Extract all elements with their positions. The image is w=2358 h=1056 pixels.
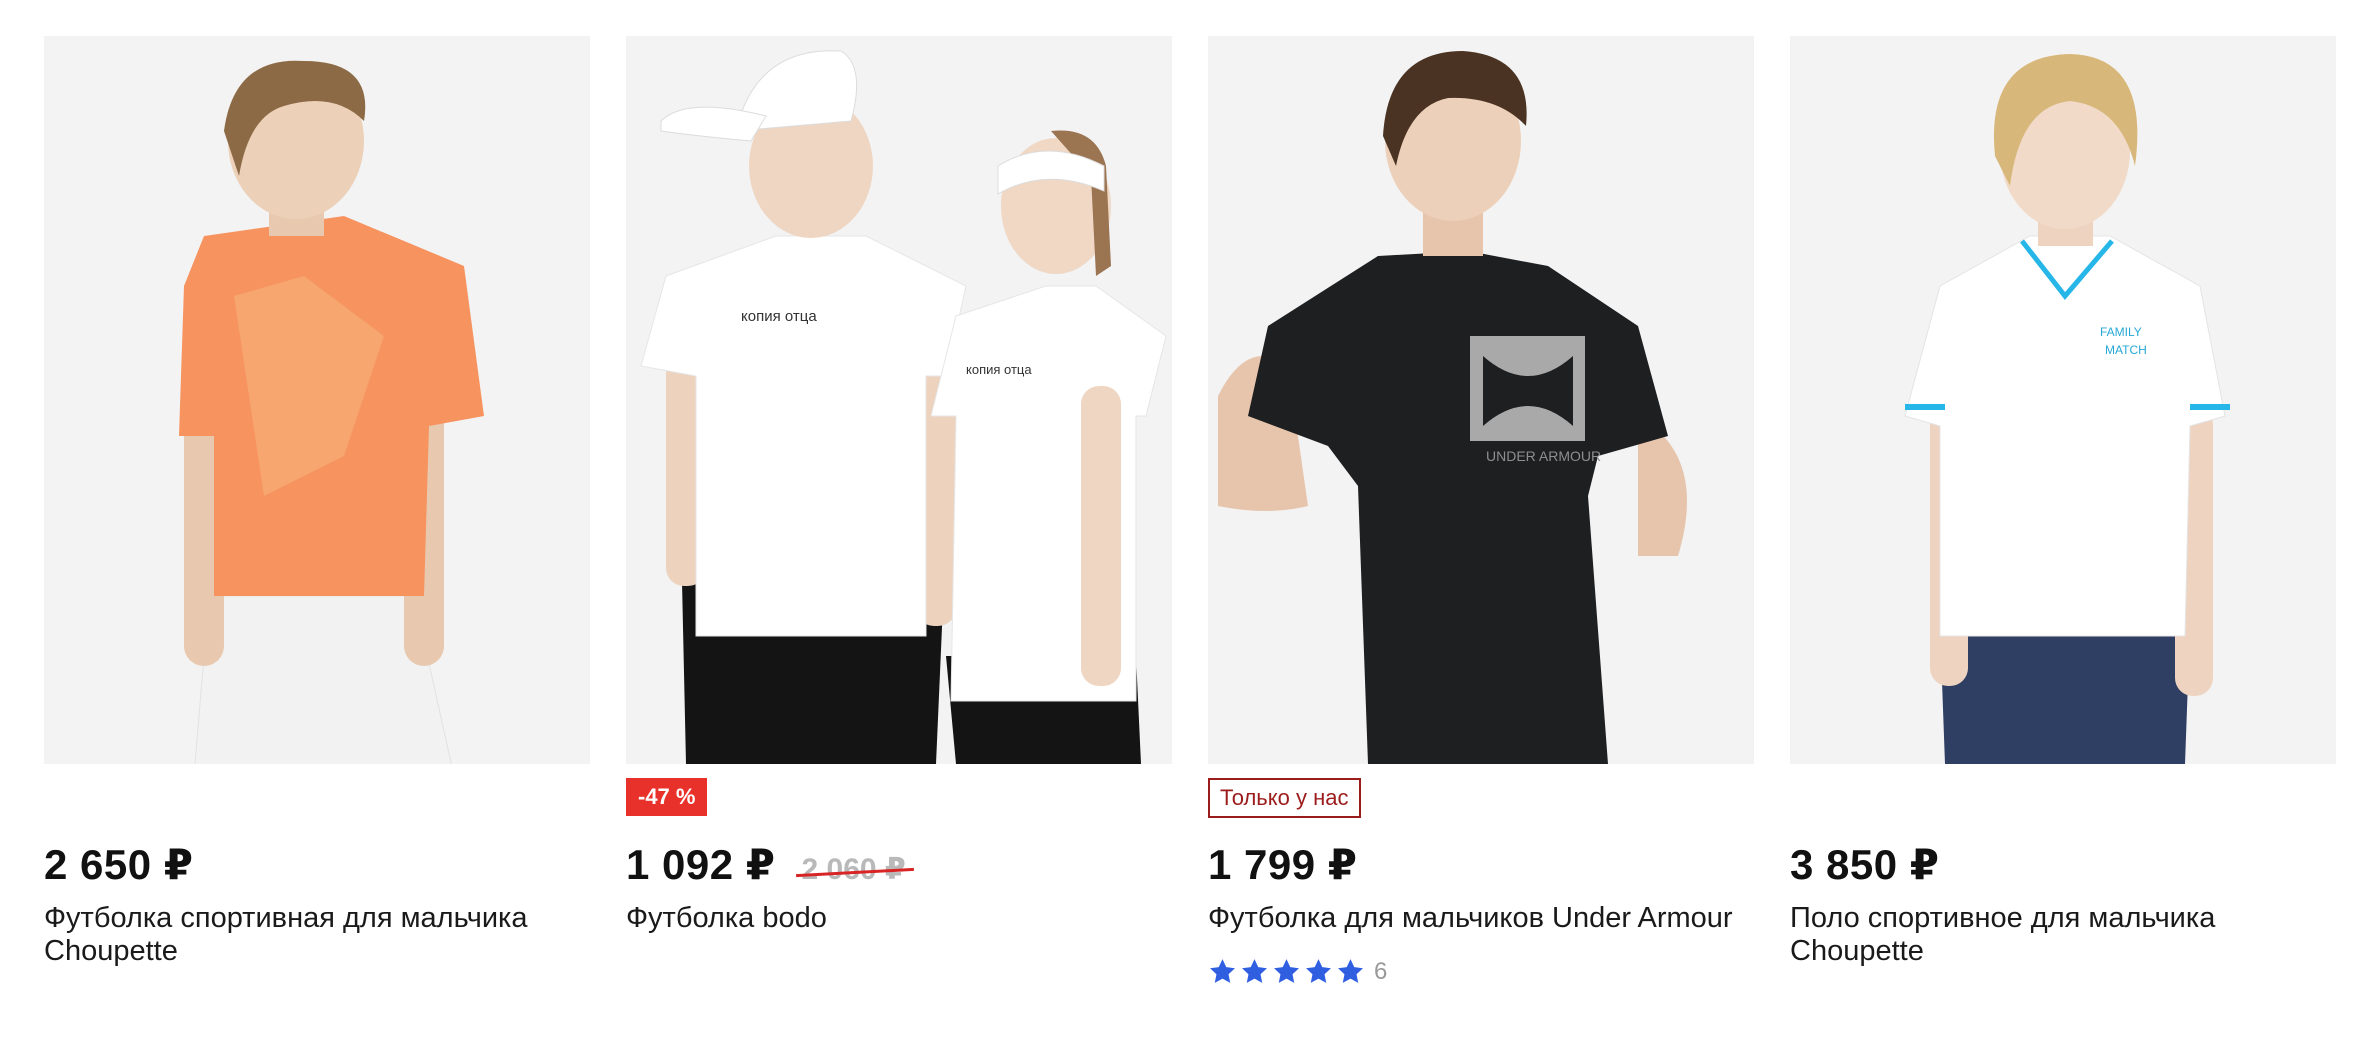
price: 1 092 ₽ [626, 841, 776, 888]
shirt-print-text: UNDER ARMOUR [1486, 448, 1601, 464]
price-row: 3 850 ₽ [1790, 840, 2336, 896]
product-title[interactable]: Футболка спортивная для мальчика Choupet… [44, 902, 584, 968]
svg-text:копия отца: копия отца [966, 362, 1032, 377]
price: 1 799 ₽ [1208, 841, 1358, 888]
old-price: 2 060 ₽ [801, 853, 906, 886]
star-icon [1274, 959, 1299, 983]
svg-text:MATCH: MATCH [2105, 343, 2147, 357]
price-row: 1 799 ₽ [1208, 840, 1754, 896]
star-icon [1242, 959, 1267, 983]
star-icon [1338, 959, 1363, 983]
badge-area: -47 % [626, 778, 1172, 840]
product-image[interactable]: копия отца копия отца [626, 36, 1172, 764]
exclusive-badge: Только у нас [1208, 778, 1361, 818]
product-title[interactable]: Футболка для мальчиков Under Armour [1208, 902, 1748, 935]
rating[interactable]: 6 [1208, 957, 1754, 986]
product-photo-illustration [44, 36, 590, 764]
discount-badge: -47 % [626, 778, 708, 816]
product-title[interactable]: Поло спортивное для мальчика Choupette [1790, 902, 2330, 968]
badge-area [1790, 778, 2336, 840]
product-title[interactable]: Футболка bodo [626, 902, 1166, 935]
product-image[interactable] [44, 36, 590, 764]
price-row: 1 092 ₽ 2 060 ₽ [626, 840, 1172, 896]
product-card[interactable]: копия отца копия отца -47 % 1 092 ₽ 2 06… [626, 36, 1172, 935]
star-icon [1306, 959, 1331, 983]
product-card[interactable]: FAMILY MATCH 3 850 ₽ Поло спортивное для… [1790, 36, 2336, 968]
product-card[interactable]: 2 650 ₽ Футболка спортивная для мальчика… [44, 36, 590, 968]
shirt-print-text: копия отца [741, 308, 817, 325]
product-photo-illustration: FAMILY MATCH [1790, 36, 2336, 764]
review-count: 6 [1374, 957, 1388, 985]
star-icon [1210, 959, 1235, 983]
svg-text:FAMILY: FAMILY [2100, 325, 2142, 339]
product-image[interactable]: FAMILY MATCH [1790, 36, 2336, 764]
product-photo-illustration: копия отца копия отца [626, 36, 1172, 764]
price: 2 650 ₽ [44, 841, 194, 888]
product-photo-illustration: UNDER ARMOUR [1208, 36, 1754, 764]
price: 3 850 ₽ [1790, 841, 1940, 888]
badge-area [44, 778, 590, 840]
product-card[interactable]: UNDER ARMOUR Только у нас 1 799 ₽ Футбол… [1208, 36, 1754, 986]
price-row: 2 650 ₽ [44, 840, 590, 896]
badge-area: Только у нас [1208, 778, 1754, 840]
product-image[interactable]: UNDER ARMOUR [1208, 36, 1754, 764]
